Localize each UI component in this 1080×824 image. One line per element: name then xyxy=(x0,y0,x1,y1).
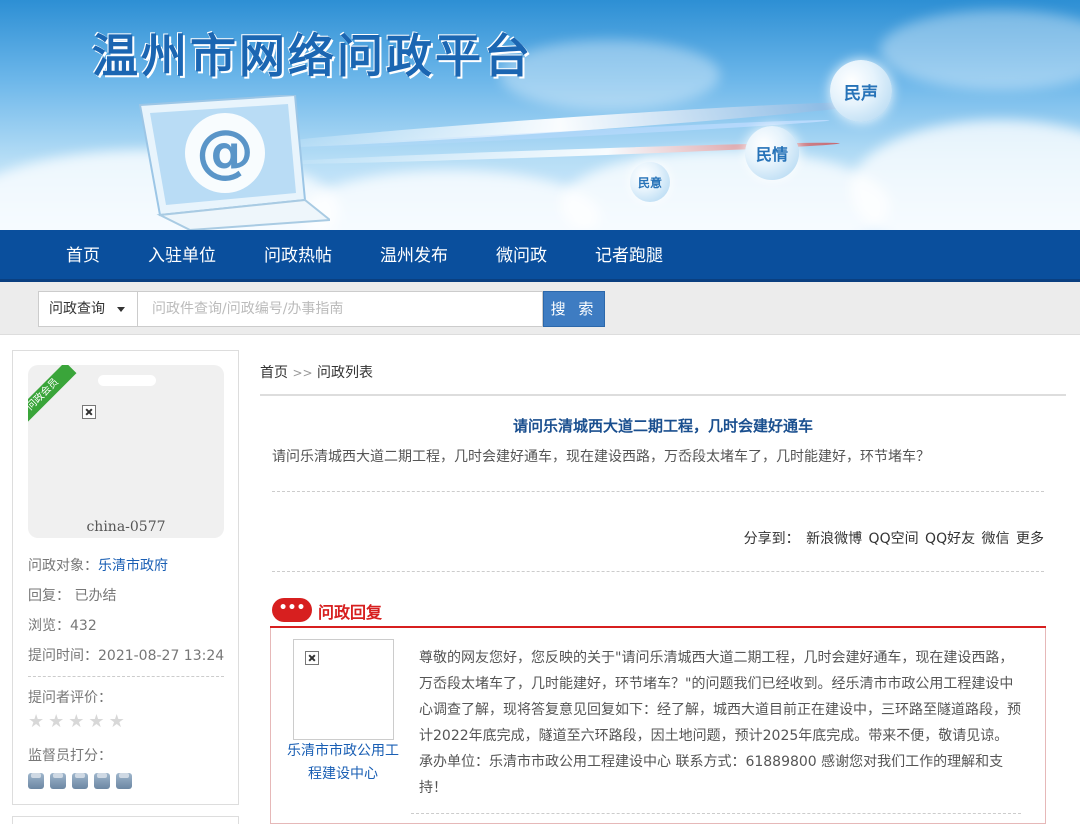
badge-icon xyxy=(72,773,88,789)
reply-divider xyxy=(411,813,1021,814)
bubble-minyi: 民意 xyxy=(630,162,670,202)
asker-sidebar: 问政会员 china-0577 问政对象：乐清市政府 回复： 已办结 浏览：43… xyxy=(12,350,239,805)
sidebar-divider xyxy=(28,676,224,677)
post-title: 请问乐清城西大道二期工程，几时会建好通车 xyxy=(512,417,813,435)
reply-text: 尊敬的网友您好，您反映的关于"请问乐清城西大道二期工程，几时会建好通车，现在建设… xyxy=(419,650,1021,796)
main-nav: 首页 入驻单位 问政热帖 温州发布 微问政 记者跑腿 xyxy=(0,230,1080,282)
ask-time-value: 2021-08-27 13:24 xyxy=(98,648,225,664)
badge-icon xyxy=(28,773,44,789)
star-icon: ★ xyxy=(88,711,105,732)
asker-username: china-0577 xyxy=(86,519,166,535)
search-bar: 问政查询 搜 索 xyxy=(0,282,1080,335)
star-icon: ★ xyxy=(108,711,125,732)
asker-rating-stars: ★ ★ ★ ★ ★ xyxy=(28,713,125,731)
reply-header: ••• 问政回复 xyxy=(270,594,1046,628)
share-label: 分享到： xyxy=(743,531,800,547)
search-input[interactable] xyxy=(138,291,543,327)
site-banner: @ 温州市网络问政平台 民声 民情 民意 xyxy=(0,0,1080,230)
badge-icon xyxy=(94,773,110,789)
post-body: 请问乐清城西大道二期工程，几时会建好通车，现在建设西路，万岙段太堵车了，几时能建… xyxy=(272,449,930,465)
star-icon: ★ xyxy=(68,711,85,732)
share-wechat-link[interactable]: 微信 xyxy=(982,531,1010,547)
member-ribbon: 问政会员 xyxy=(28,365,77,429)
asker-rating-label: 提问者评价： xyxy=(28,690,112,706)
nav-item-units[interactable]: 入驻单位 xyxy=(148,230,216,282)
target-link[interactable]: 乐清市政府 xyxy=(98,558,168,574)
search-type-label: 问政查询 xyxy=(49,301,105,317)
target-row: 问政对象：乐清市政府 xyxy=(28,558,168,574)
nav-item-micro-politics[interactable]: 微问政 xyxy=(496,230,547,282)
supervisor-score-label: 监督员打分： xyxy=(28,748,112,764)
star-icon: ★ xyxy=(28,711,45,732)
caret-down-icon xyxy=(117,307,125,312)
reply-box: 乐清市市政公用工程建设中心 尊敬的网友您好，您反映的关于"请问乐清城西大道二期工… xyxy=(270,628,1046,824)
share-more-link[interactable]: 更多 xyxy=(1016,531,1044,547)
share-qq-friend-link[interactable]: QQ好友 xyxy=(925,531,975,547)
org-name-link[interactable]: 乐清市市政公用工程建设中心 xyxy=(287,740,399,786)
avatar-card: 问政会员 china-0577 xyxy=(28,365,224,538)
post-divider xyxy=(272,491,1044,492)
share-weibo-link[interactable]: 新浪微博 xyxy=(806,531,862,547)
supervisor-score-badges xyxy=(28,773,132,789)
svg-text:@: @ xyxy=(196,117,254,185)
search-type-dropdown[interactable]: 问政查询 xyxy=(38,291,138,327)
avatar-slot xyxy=(98,375,156,386)
chat-bubble-icon: ••• xyxy=(272,598,312,622)
org-broken-image-icon xyxy=(305,651,319,665)
badge-icon xyxy=(50,773,66,789)
views-row: 浏览：432 xyxy=(28,618,97,634)
share-qzone-link[interactable]: QQ空间 xyxy=(869,531,919,547)
nav-item-reporter-errand[interactable]: 记者跑腿 xyxy=(595,230,663,282)
site-title: 温州市网络问政平台 xyxy=(92,29,533,83)
breadcrumb-current: 问政列表 xyxy=(317,365,374,381)
bubble-minqing: 民情 xyxy=(745,126,799,180)
views-value: 432 xyxy=(70,618,97,634)
search-button[interactable]: 搜 索 xyxy=(543,291,605,327)
breadcrumb-divider xyxy=(260,394,1066,396)
nav-item-hot-posts[interactable]: 问政热帖 xyxy=(264,230,332,282)
reply-status-value: 已办结 xyxy=(74,588,117,604)
sidebar-second-box xyxy=(12,816,239,824)
breadcrumb-home[interactable]: 首页 xyxy=(260,365,288,381)
avatar-broken-image-icon xyxy=(82,405,96,419)
bubble-minsheng: 民声 xyxy=(830,60,892,122)
badge-icon xyxy=(116,773,132,789)
breadcrumb: 首页 >> 问政列表 xyxy=(260,365,374,381)
star-icon: ★ xyxy=(48,711,65,732)
org-photo xyxy=(293,639,394,740)
nav-item-home[interactable]: 首页 xyxy=(66,230,100,282)
nav-item-wenzhou-release[interactable]: 温州发布 xyxy=(380,230,448,282)
ask-time-row: 提问时间：2021-08-27 13:24 xyxy=(28,648,225,664)
laptop-illustration: @ xyxy=(138,95,330,230)
share-bar: 分享到： 新浪微博 QQ空间 QQ好友 微信 更多 xyxy=(744,528,1044,548)
reply-status-row: 回复： 已办结 xyxy=(28,588,117,604)
share-divider xyxy=(272,571,1044,572)
reply-section-title: 问政回复 xyxy=(318,603,383,622)
